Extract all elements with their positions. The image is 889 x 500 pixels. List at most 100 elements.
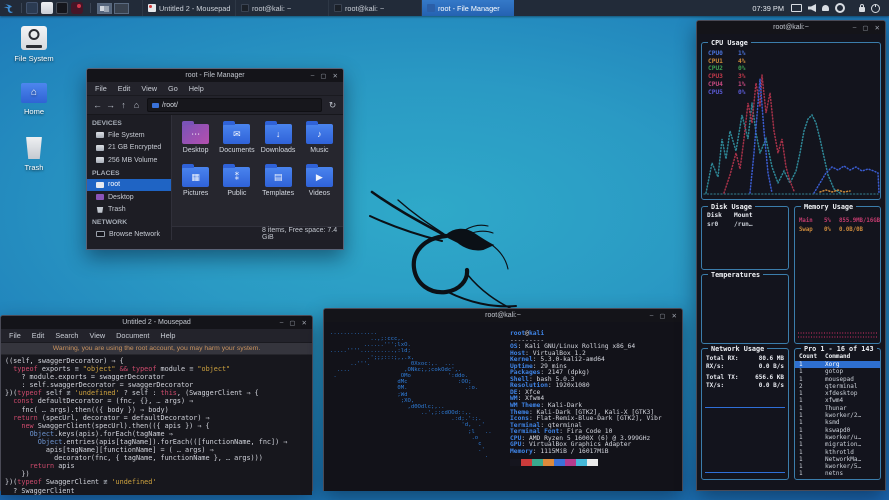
process-row[interactable]: 1kworker/u… bbox=[795, 434, 880, 441]
menu-mp-document[interactable]: Document bbox=[111, 331, 154, 340]
workspace-2[interactable] bbox=[114, 3, 129, 14]
sidebar-item-file-system[interactable]: File System bbox=[87, 129, 171, 142]
process-row[interactable]: 1xfwm4 bbox=[795, 397, 880, 404]
process-row[interactable]: 1kworker/2… bbox=[795, 412, 880, 419]
taskbar-button-untitled-2-mousepad[interactable]: Untitled 2 - Mousepad bbox=[142, 0, 235, 16]
menu-fm-go[interactable]: Go bbox=[163, 84, 183, 93]
taskbar-button-root-kali[interactable]: root@kali: ~ bbox=[235, 0, 328, 16]
process-row[interactable]: 1mousepad bbox=[795, 376, 880, 383]
toolbar-reload-button[interactable]: ↻ bbox=[326, 100, 339, 111]
close-button[interactable]: ✕ bbox=[302, 319, 307, 327]
toolbar-back-button[interactable]: ← bbox=[91, 100, 104, 110]
sidebar-item-trash[interactable]: Trash bbox=[87, 204, 171, 217]
taskbar-button-root-kali[interactable]: root@kali: ~ bbox=[328, 0, 421, 16]
browser-launcher-icon[interactable] bbox=[71, 2, 83, 14]
sidebar-item-root[interactable]: root bbox=[87, 179, 171, 192]
menu-fm-view[interactable]: View bbox=[136, 84, 162, 93]
lock-icon[interactable] bbox=[859, 7, 865, 12]
menu-mp-view[interactable]: View bbox=[84, 331, 110, 340]
minimize-button[interactable]: – bbox=[311, 72, 315, 79]
process-row[interactable]: 1migration… bbox=[795, 441, 880, 448]
file-manager-titlebar[interactable]: root - File Manager – ▢ ✕ bbox=[87, 69, 343, 82]
terminal-content[interactable]: .............. ..,;:ccc,. ......''';lxO.… bbox=[324, 322, 682, 491]
maximize-button[interactable]: ▢ bbox=[320, 72, 326, 80]
minimize-button[interactable]: – bbox=[280, 319, 284, 326]
sidebar-item-21-gb-encrypted[interactable]: 21 GB Encrypted bbox=[87, 142, 171, 155]
folder-label: Templates bbox=[258, 190, 299, 197]
rx-rate-value: 0.0 B/s bbox=[759, 363, 784, 371]
folder-documents[interactable]: ✉Documents bbox=[216, 120, 257, 154]
process-row[interactable]: 1NetworkMa… bbox=[795, 456, 880, 463]
folder-pictures[interactable]: ▦Pictures bbox=[175, 163, 216, 197]
desktop-icon-trash[interactable]: Trash bbox=[1, 137, 67, 172]
folder-templates[interactable]: ▤Templates bbox=[258, 163, 299, 197]
workspace-1[interactable] bbox=[97, 3, 112, 14]
process-row[interactable]: 2qterminal bbox=[795, 383, 880, 390]
taskbar-button-root-file-manager[interactable]: root - File Manager bbox=[421, 0, 514, 16]
menu-fm-help[interactable]: Help bbox=[184, 84, 209, 93]
toolbar-home-button[interactable]: ⌂ bbox=[130, 100, 143, 110]
menu-mp-search[interactable]: Search bbox=[50, 331, 83, 340]
sidebar-item-desktop[interactable]: Desktop bbox=[87, 191, 171, 204]
minimize-button[interactable]: – bbox=[650, 312, 654, 319]
kali-menu-icon[interactable] bbox=[3, 2, 17, 15]
monitor-content[interactable]: CPU Usage CPU01%CPU14%CPU20%CPU33%CPU41%… bbox=[697, 34, 885, 490]
folder-music[interactable]: ♪Music bbox=[299, 120, 340, 154]
rx-rate-label: RX/s: bbox=[706, 363, 724, 371]
process-row[interactable]: 1ksmd bbox=[795, 419, 880, 426]
folder-public[interactable]: ⁑Public bbox=[216, 163, 257, 197]
process-row[interactable]: 1kswapd0 bbox=[795, 427, 880, 434]
sidebar-item-browse-network[interactable]: Browse Network bbox=[87, 228, 171, 240]
process-count: 1 bbox=[799, 441, 825, 448]
clock[interactable]: 07:39 PM bbox=[752, 4, 784, 13]
process-row[interactable]: 1xfdesktop bbox=[795, 390, 880, 397]
menu-mp-help[interactable]: Help bbox=[155, 331, 180, 340]
process-row[interactable]: 1netns bbox=[795, 470, 880, 477]
maximize-button[interactable]: ▢ bbox=[659, 312, 665, 320]
files-launcher-icon[interactable] bbox=[41, 2, 53, 14]
process-command: gotop bbox=[825, 368, 880, 375]
menu-fm-edit[interactable]: Edit bbox=[113, 84, 136, 93]
window-title: Untitled 2 - Mousepad bbox=[122, 319, 190, 326]
folder-downloads[interactable]: ↓Downloads bbox=[258, 120, 299, 154]
process-row[interactable]: 1kworker/5… bbox=[795, 463, 880, 470]
minimize-button[interactable]: – bbox=[853, 24, 857, 31]
monitor-titlebar[interactable]: root@kali:~ – ▢ ✕ bbox=[697, 21, 885, 34]
bell-icon[interactable] bbox=[822, 5, 829, 11]
folder-videos[interactable]: ▶Videos bbox=[299, 163, 340, 197]
code-line: ((self, swaggerDecorator) ⇒ { bbox=[5, 357, 312, 365]
process-row[interactable]: 1Xorg bbox=[795, 361, 880, 368]
terminal-launcher-icon[interactable] bbox=[26, 2, 38, 14]
close-button[interactable]: ✕ bbox=[875, 24, 880, 32]
window-launcher-icon[interactable] bbox=[56, 2, 68, 14]
process-row[interactable]: 1Thunar bbox=[795, 405, 880, 412]
toolbar-forward-button[interactable]: → bbox=[104, 100, 117, 110]
menu-mp-file[interactable]: File bbox=[4, 331, 26, 340]
workspace-switcher[interactable] bbox=[97, 3, 131, 14]
terminal-titlebar[interactable]: root@kali:~ – ▢ ✕ bbox=[324, 309, 682, 322]
close-button[interactable]: ✕ bbox=[672, 312, 677, 320]
desktop-icon-home[interactable]: ⌂ Home bbox=[1, 83, 67, 116]
menu-fm-file[interactable]: File bbox=[90, 84, 112, 93]
mousepad-titlebar[interactable]: Untitled 2 - Mousepad – ▢ ✕ bbox=[1, 316, 312, 329]
power-icon[interactable] bbox=[871, 4, 880, 13]
sidebar-item-256-mb-volume[interactable]: 256 MB Volume bbox=[87, 154, 171, 167]
maximize-button[interactable]: ▢ bbox=[289, 319, 295, 327]
file-manager-menubar: FileEditViewGoHelp bbox=[87, 82, 343, 96]
maximize-button[interactable]: ▢ bbox=[862, 24, 868, 32]
desktop-icon-file-system[interactable]: File System bbox=[1, 26, 67, 63]
toolbar-up-button[interactable]: ↑ bbox=[117, 100, 130, 110]
desktop-icon-label: Home bbox=[1, 107, 67, 116]
cpu-legend-row: CPU41% bbox=[708, 81, 745, 89]
desktop-icon-label: File System bbox=[1, 54, 67, 63]
path-bar[interactable]: /root/ bbox=[147, 98, 322, 112]
menu-mp-edit[interactable]: Edit bbox=[27, 331, 50, 340]
close-button[interactable]: ✕ bbox=[333, 72, 338, 80]
folder-desktop[interactable]: ⋯Desktop bbox=[175, 120, 216, 154]
display-icon[interactable] bbox=[791, 4, 802, 12]
process-row[interactable]: 1kthrotld bbox=[795, 449, 880, 456]
volume-icon[interactable] bbox=[808, 4, 816, 12]
text-editor[interactable]: ((self, swaggerDecorator) ⇒ { typeof exp… bbox=[1, 355, 312, 495]
settings-icon[interactable] bbox=[835, 3, 845, 13]
process-row[interactable]: 1gotop bbox=[795, 368, 880, 375]
